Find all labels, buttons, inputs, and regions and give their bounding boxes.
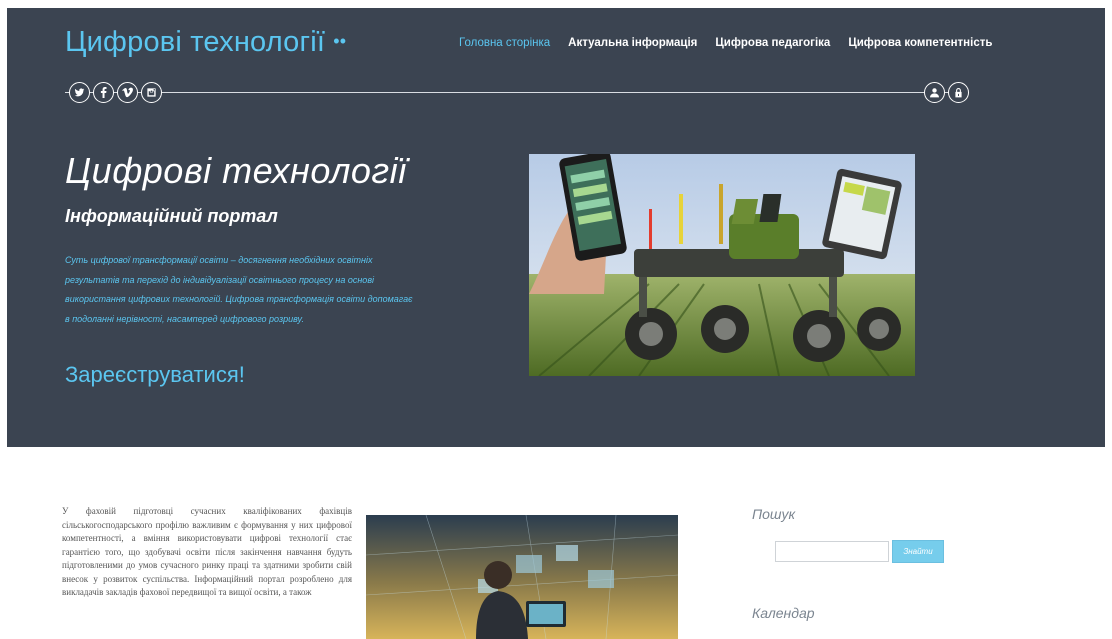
nav-digital-pedagogy[interactable]: Цифрова педагогіка: [715, 37, 830, 49]
lock-icon[interactable]: [948, 82, 969, 103]
farm-robot-illustration: [529, 154, 915, 376]
calendar-heading: Календар: [752, 605, 815, 621]
vimeo-icon[interactable]: [117, 82, 138, 103]
instagram-icon[interactable]: [141, 82, 162, 103]
hero-subtitle: Інформаційний портал: [65, 206, 278, 226]
main-navigation: Головна сторінка Актуальна інформація Ци…: [459, 37, 992, 49]
hero-title: Цифрові технології: [65, 150, 407, 191]
hero-description: Суть цифрової трансформації освіти – дос…: [65, 255, 413, 324]
site-title-text[interactable]: Цифрові технології: [65, 26, 325, 58]
hero-image: [529, 154, 915, 376]
intro-paragraph: У фаховій підготовці сучасних кваліфіков…: [62, 506, 352, 597]
search-input[interactable]: [775, 541, 889, 562]
nav-news[interactable]: Актуальна інформація: [568, 37, 697, 49]
user-icon[interactable]: [924, 82, 945, 103]
site-title[interactable]: Цифрові технології ••: [65, 26, 346, 59]
facebook-icon[interactable]: [93, 82, 114, 103]
hero-section: Цифрові технології •• Головна сторінка Ак…: [7, 8, 1105, 447]
divider-line: [65, 92, 969, 93]
search-heading: Пошук: [752, 506, 796, 522]
search-button[interactable]: Знайти: [892, 540, 944, 563]
nav-digital-competence[interactable]: Цифрова компетентність: [848, 37, 992, 49]
digital-farmer-illustration: [366, 515, 678, 639]
content-image: [366, 515, 678, 639]
social-bar: [65, 82, 969, 104]
site-title-dots: ••: [333, 31, 347, 51]
register-link[interactable]: Зареєструватися!: [65, 362, 245, 388]
nav-home[interactable]: Головна сторінка: [459, 37, 550, 49]
twitter-icon[interactable]: [69, 82, 90, 103]
